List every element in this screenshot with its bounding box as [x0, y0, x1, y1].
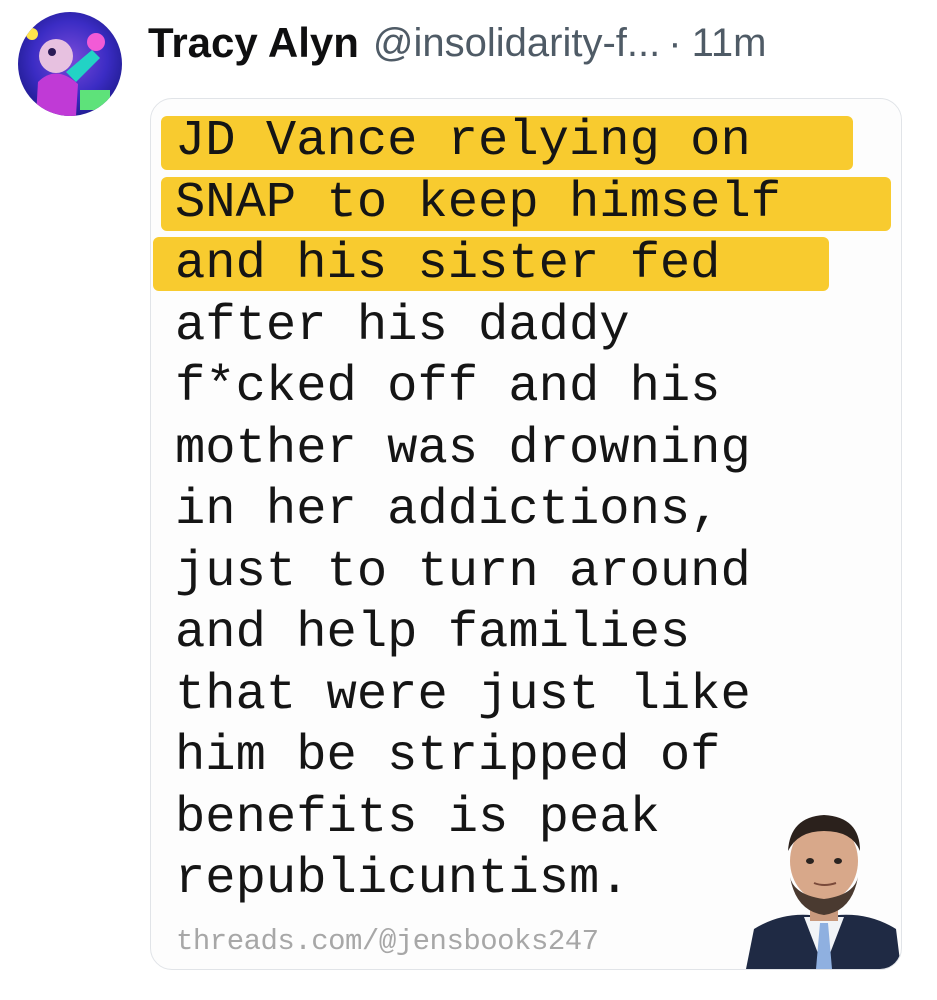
quote-line: f*cked off and his [175, 359, 721, 416]
avatar[interactable] [18, 12, 122, 116]
portrait-photo [746, 799, 901, 969]
post-header: Tracy Alyn @insolidarity-f... · 11m [148, 8, 766, 78]
quote-line: and his sister fed [153, 234, 895, 296]
quote-line: and help families [175, 605, 691, 662]
image-quote-text: JD Vance relying on SNAP to keep himself… [153, 111, 895, 911]
source-watermark: threads.com/@jensbooks247 [176, 925, 599, 958]
quote-line: in her addictions, [175, 482, 721, 539]
post-timestamp[interactable]: 11m [692, 21, 767, 66]
author-handle[interactable]: @insolidarity-f... [373, 21, 660, 66]
quote-line: that were just like [175, 666, 751, 724]
quote-line: just to turn around [175, 543, 751, 601]
author-name[interactable]: Tracy Alyn [148, 19, 359, 67]
quote-line: him be stripped of [175, 728, 721, 785]
quote-line: SNAP to keep himself [161, 173, 895, 235]
quote-line: JD Vance relying on [161, 111, 895, 173]
meta-separator: · [668, 20, 682, 65]
post-image[interactable]: JD Vance relying on SNAP to keep himself… [150, 98, 902, 970]
quote-line: mother was drowning [175, 420, 751, 478]
quote-line: after his daddy [175, 297, 630, 355]
